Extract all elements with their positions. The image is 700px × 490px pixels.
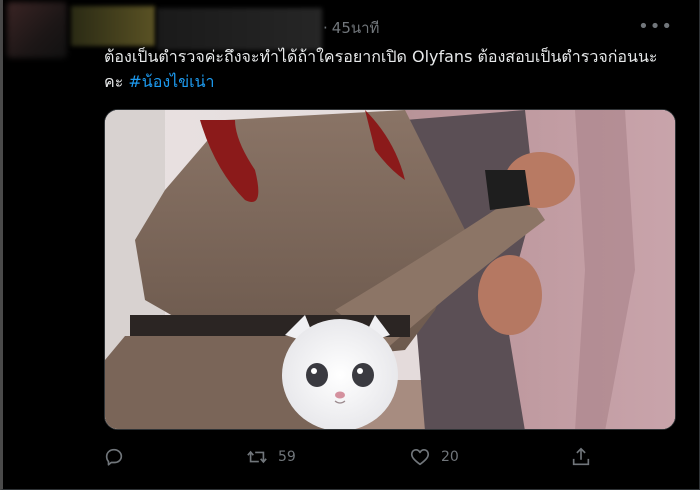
share-button[interactable]: [570, 446, 602, 468]
time-label: 45นาที: [331, 19, 380, 37]
photo-illustration: [105, 110, 675, 429]
reply-icon: [105, 448, 123, 466]
share-icon: [572, 447, 590, 466]
reply-button[interactable]: [103, 446, 135, 468]
tweet-timestamp[interactable]: · 45นาที: [323, 18, 379, 38]
heart-icon: [410, 449, 430, 466]
retweet-count: 59: [278, 449, 296, 465]
retweet-button[interactable]: 59: [246, 446, 296, 468]
avatar[interactable]: [7, 2, 67, 58]
retweet-icon: [247, 450, 267, 464]
like-button[interactable]: 20: [409, 446, 459, 468]
tweet-window: · 45นาที ••• ต้องเป็นตำรวจค่ะถึงจะทำได้ถ…: [0, 0, 700, 490]
hashtag-link[interactable]: #น้องไข่เน่า: [128, 72, 214, 91]
time-separator: ·: [323, 19, 328, 37]
like-count: 20: [441, 449, 459, 465]
tweet-text: ต้องเป็นตำรวจค่ะถึงจะทำได้ถ้าใครอยากเปิด…: [104, 44, 664, 94]
tweet-actions: 59 20: [103, 446, 603, 476]
display-name-redacted[interactable]: [71, 6, 155, 46]
more-icon[interactable]: •••: [638, 18, 673, 36]
tweet-photo[interactable]: [104, 109, 676, 430]
